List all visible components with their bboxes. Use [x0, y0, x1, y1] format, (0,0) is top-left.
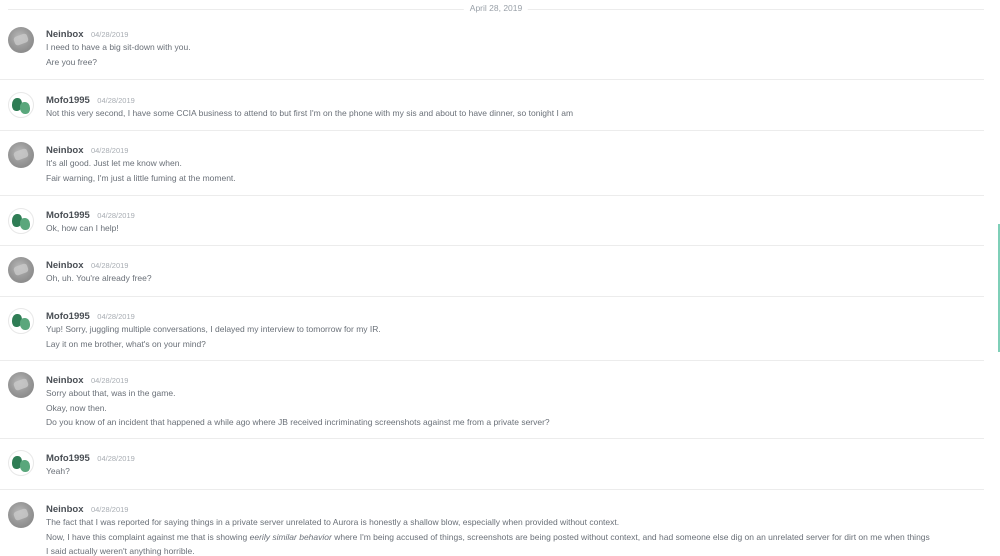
message-content: Neinbox 04/28/2019 I need to have a big …: [46, 26, 974, 69]
avatar[interactable]: [8, 27, 34, 53]
message-line: Ok, how can I help!: [46, 223, 119, 233]
avatar[interactable]: [8, 208, 34, 234]
message-content: Mofo1995 04/28/2019 Yup! Sorry, juggling…: [46, 308, 974, 351]
message-line: Do you know of an incident that happened…: [46, 417, 550, 427]
username[interactable]: Mofo1995: [46, 95, 90, 106]
avatar[interactable]: [8, 142, 34, 168]
avatar[interactable]: [8, 257, 34, 283]
message: Mofo1995 04/28/2019 Not this very second…: [0, 79, 984, 130]
message-line: Lay it on me brother, what's on your min…: [46, 338, 206, 349]
avatar[interactable]: [8, 372, 34, 398]
username[interactable]: Neinbox: [46, 145, 83, 156]
message-line: Okay, now then.: [46, 402, 107, 413]
timestamp: 04/28/2019: [90, 30, 129, 39]
message-header: Neinbox 04/28/2019: [46, 372, 974, 386]
message-header: Neinbox 04/28/2019: [46, 26, 974, 40]
message-line: Oh, uh. You're already free?: [46, 273, 152, 283]
username[interactable]: Mofo1995: [46, 210, 90, 221]
message: Neinbox 04/28/2019 Oh, uh. You're alread…: [0, 245, 984, 296]
message-line: It's all good. Just let me know when.: [46, 158, 182, 168]
username[interactable]: Neinbox: [46, 260, 83, 271]
timestamp: 04/28/2019: [90, 146, 129, 155]
avatar[interactable]: [8, 450, 34, 476]
timestamp: 04/28/2019: [90, 261, 129, 270]
message: Neinbox 04/28/2019 It's all good. Just l…: [0, 130, 984, 195]
message-line-segment: Now, I have this complaint against me th…: [46, 531, 250, 542]
message-line: Yup! Sorry, juggling multiple conversati…: [46, 324, 381, 334]
message-line: Fair warning, I'm just a little fuming a…: [46, 172, 236, 183]
message-content: Neinbox 04/28/2019 Sorry about that, was…: [46, 372, 974, 430]
username[interactable]: Neinbox: [46, 504, 83, 515]
avatar[interactable]: [8, 502, 34, 528]
message-content: Mofo1995 04/28/2019 Ok, how can I help!: [46, 207, 974, 236]
username[interactable]: Mofo1995: [46, 311, 90, 322]
message: Neinbox 04/28/2019 I need to have a big …: [0, 20, 984, 79]
timestamp: 04/28/2019: [90, 505, 129, 514]
date-divider-label: April 28, 2019: [463, 3, 529, 13]
message-line: I said actually weren't anything horribl…: [46, 546, 195, 556]
message-line-segment: where I'm being accused of things, scree…: [331, 531, 930, 542]
message-content: Mofo1995 04/28/2019 Yeah?: [46, 450, 974, 479]
message-content: Neinbox 04/28/2019 Oh, uh. You're alread…: [46, 257, 974, 286]
timestamp: 04/28/2019: [97, 312, 135, 321]
message-header: Neinbox 04/28/2019: [46, 257, 974, 271]
avatar[interactable]: [8, 92, 34, 118]
message-content: Mofo1995 04/28/2019 Not this very second…: [46, 92, 974, 121]
message-header: Mofo1995 04/28/2019: [46, 92, 974, 106]
message: Mofo1995 04/28/2019 Yeah?: [0, 438, 984, 489]
message: Mofo1995 04/28/2019 Ok, how can I help!: [0, 195, 984, 245]
message-line: Not this very second, I have some CCIA b…: [46, 108, 574, 118]
message-header: Mofo1995 04/28/2019: [46, 207, 974, 221]
message-line: Yeah?: [46, 466, 70, 476]
timestamp: 04/28/2019: [97, 96, 135, 105]
timestamp: 04/28/2019: [97, 454, 135, 463]
message-header: Mofo1995 04/28/2019: [46, 450, 974, 464]
message-header: Mofo1995 04/28/2019: [46, 308, 974, 322]
timestamp: 04/28/2019: [90, 376, 129, 385]
message-line: The fact that I was reported for saying …: [46, 517, 620, 527]
username[interactable]: Mofo1995: [46, 453, 90, 464]
message-line: Sorry about that, was in the game.: [46, 388, 176, 398]
username[interactable]: Neinbox: [46, 375, 83, 386]
avatar[interactable]: [8, 308, 34, 334]
chat-log: April 28, 2019 Neinbox 04/28/2019 I need…: [0, 0, 1000, 556]
date-divider: April 28, 2019: [8, 0, 984, 20]
message-line: Now, I have this complaint against me th…: [46, 530, 974, 545]
message: Neinbox 04/28/2019 The fact that I was r…: [0, 489, 984, 556]
emphasized-text: eerily similar behavior: [249, 531, 332, 542]
message-header: Neinbox 04/28/2019: [46, 142, 974, 156]
username[interactable]: Neinbox: [46, 29, 83, 40]
message: Neinbox 04/28/2019 Sorry about that, was…: [0, 360, 984, 438]
message-content: Neinbox 04/28/2019 It's all good. Just l…: [46, 142, 974, 185]
message-line: I need to have a big sit-down with you.: [46, 42, 191, 52]
timestamp: 04/28/2019: [97, 211, 135, 220]
message-header: Neinbox 04/28/2019: [46, 501, 974, 515]
message-content: Neinbox 04/28/2019 The fact that I was r…: [46, 501, 974, 556]
message: Mofo1995 04/28/2019 Yup! Sorry, juggling…: [0, 296, 984, 360]
message-line: Are you free?: [46, 56, 98, 67]
